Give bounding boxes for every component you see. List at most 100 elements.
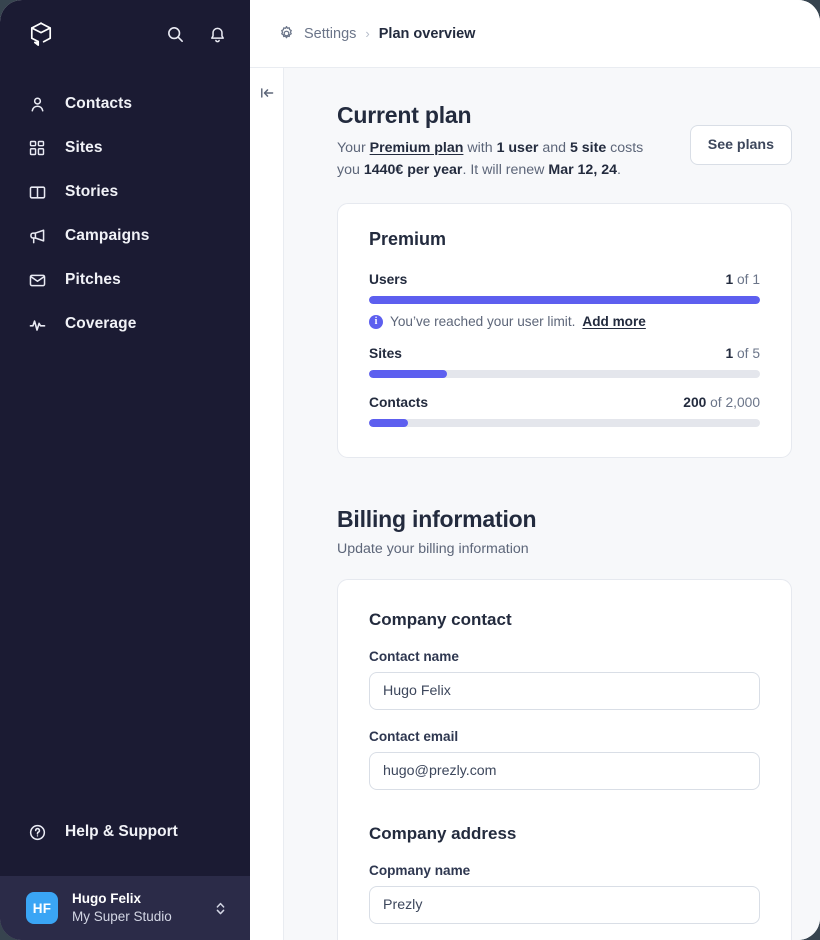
usage-bar-track <box>369 296 760 305</box>
field-contact-name: Contact name <box>369 649 760 711</box>
user-limit-note: i You’ve reached your user limit. Add mo… <box>369 314 760 329</box>
sidebar-header <box>0 0 250 68</box>
current-plan-description: Your Premium plan with 1 user and 5 site… <box>337 138 667 181</box>
add-more-link[interactable]: Add more <box>582 314 645 329</box>
contact-name-label: Contact name <box>369 649 459 665</box>
usage-current: 200 <box>683 395 707 411</box>
help-support-label: Help & Support <box>65 823 178 840</box>
breadcrumb: Settings › Plan overview <box>250 0 820 68</box>
usage-limit: of 5 <box>733 346 760 362</box>
sidebar-item-label: Pitches <box>65 271 121 288</box>
contact-email-label: Contact email <box>369 729 459 745</box>
sidebar-item-contacts[interactable]: Contacts <box>0 82 250 126</box>
usage-bar-fill <box>369 370 448 379</box>
sidebar-item-sites[interactable]: Sites <box>0 126 250 170</box>
contact-email-input[interactable] <box>369 752 760 791</box>
account-organization: My Super Studio <box>72 908 172 924</box>
content-scroll-area[interactable]: Current plan Your Premium plan with 1 us… <box>284 68 820 940</box>
usage-limit: of 2,000 <box>706 395 760 411</box>
usage-label: Contacts <box>369 395 429 411</box>
page-title: Current plan <box>337 102 472 128</box>
billing-header: Billing information Update your billing … <box>337 506 792 557</box>
usage-label: Sites <box>369 346 402 362</box>
desc-mid4: . It will renew <box>462 161 549 178</box>
gear-icon <box>278 25 295 42</box>
field-contact-email: Contact email <box>369 729 760 791</box>
sidebar-item-campaigns[interactable]: Campaigns <box>0 214 250 258</box>
envelope-icon <box>26 269 48 291</box>
avatar: HF <box>26 892 58 924</box>
search-icon[interactable] <box>164 23 186 45</box>
sidebar-nav: Contacts Sites Stories Campaigns Pitches… <box>0 82 250 346</box>
current-plan-header-text: Current plan Your Premium plan with 1 us… <box>337 102 670 181</box>
company-name-input[interactable] <box>369 886 760 925</box>
sidebar-item-coverage[interactable]: Coverage <box>0 302 250 346</box>
current-plan-header: Current plan Your Premium plan with 1 us… <box>337 102 792 181</box>
account-switcher[interactable]: HF Hugo Felix My Super Studio <box>0 876 250 940</box>
collapse-rail <box>250 68 284 940</box>
usage-head: Users 1 of 1 <box>369 272 760 287</box>
activity-pulse-icon <box>26 313 48 335</box>
usage-row-users: Users 1 of 1 i You’ve reached your user … <box>369 272 760 329</box>
contact-name-input[interactable] <box>369 672 760 711</box>
sidebar-item-label: Contacts <box>65 95 133 112</box>
breadcrumb-current: Plan overview <box>378 25 476 42</box>
person-icon <box>26 93 48 115</box>
desc-renew-date: Mar 12, 24 <box>548 161 617 178</box>
sidebar-item-pitches[interactable]: Pitches <box>0 258 250 302</box>
company-contact-title: Company contact <box>369 610 512 630</box>
desc-sites: 5 site <box>569 140 607 156</box>
main-area: Settings › Plan overview Current plan Yo… <box>250 0 820 940</box>
billing-title: Billing information <box>337 506 537 533</box>
usage-count: 1 of 1 <box>725 272 760 287</box>
field-company-name: Copmany name <box>369 863 760 925</box>
sidebar-item-stories[interactable]: Stories <box>0 170 250 214</box>
premium-plan-link[interactable]: Premium plan <box>370 140 464 156</box>
sidebar-item-label: Stories <box>65 183 119 200</box>
see-plans-button[interactable]: See plans <box>689 125 792 165</box>
desc-suffix: . <box>617 161 621 178</box>
usage-row-sites: Sites 1 of 5 <box>369 346 760 379</box>
notifications-bell-icon[interactable] <box>206 23 228 45</box>
breadcrumb-settings[interactable]: Settings <box>304 26 356 42</box>
app-window: Contacts Sites Stories Campaigns Pitches… <box>0 0 820 940</box>
question-circle-icon <box>26 821 48 843</box>
desc-mid1: with <box>463 140 497 156</box>
grid-squares-icon <box>26 137 48 159</box>
company-name-label: Copmany name <box>369 863 471 879</box>
desc-price: 1440€ per year <box>363 161 463 178</box>
account-text: Hugo Felix My Super Studio <box>72 891 172 926</box>
sidebar-item-label: Coverage <box>65 315 137 332</box>
sidebar: Contacts Sites Stories Campaigns Pitches… <box>0 0 250 940</box>
usage-bar-track <box>369 370 760 379</box>
usage-bar-fill <box>369 296 760 305</box>
usage-limit: of 1 <box>733 272 760 288</box>
prezly-cube-logo-icon[interactable] <box>26 19 56 49</box>
usage-label: Users <box>369 272 408 288</box>
collapse-sidebar-icon[interactable] <box>256 82 278 104</box>
company-address-title: Company address <box>369 824 517 844</box>
sidebar-item-label: Campaigns <box>65 227 150 244</box>
info-icon: i <box>369 314 383 329</box>
plan-usage-card: Premium Users 1 of 1 i You’ve reached yo… <box>337 203 792 459</box>
user-limit-text: You’ve reached your user limit. <box>390 314 576 330</box>
sidebar-item-label: Sites <box>65 139 103 156</box>
megaphone-icon <box>26 225 48 247</box>
billing-form-card: Company contact Contact name Contact ema… <box>337 579 792 940</box>
usage-head: Contacts 200 of 2,000 <box>369 395 760 410</box>
usage-count: 1 of 5 <box>725 346 760 361</box>
sidebar-item-help-support[interactable]: Help & Support <box>0 810 250 854</box>
desc-prefix: Your <box>337 140 370 156</box>
desc-mid2: and <box>538 140 570 156</box>
chevron-up-down-icon <box>214 899 228 917</box>
sidebar-header-actions <box>164 23 228 45</box>
usage-bar-track <box>369 419 760 428</box>
open-book-icon <box>26 181 48 203</box>
breadcrumb-separator: › <box>365 26 370 41</box>
usage-bar-fill <box>369 419 409 428</box>
account-name: Hugo Felix <box>72 890 142 906</box>
usage-current: 1 <box>725 272 734 288</box>
desc-users: 1 user <box>496 140 539 156</box>
usage-row-contacts: Contacts 200 of 2,000 <box>369 395 760 428</box>
